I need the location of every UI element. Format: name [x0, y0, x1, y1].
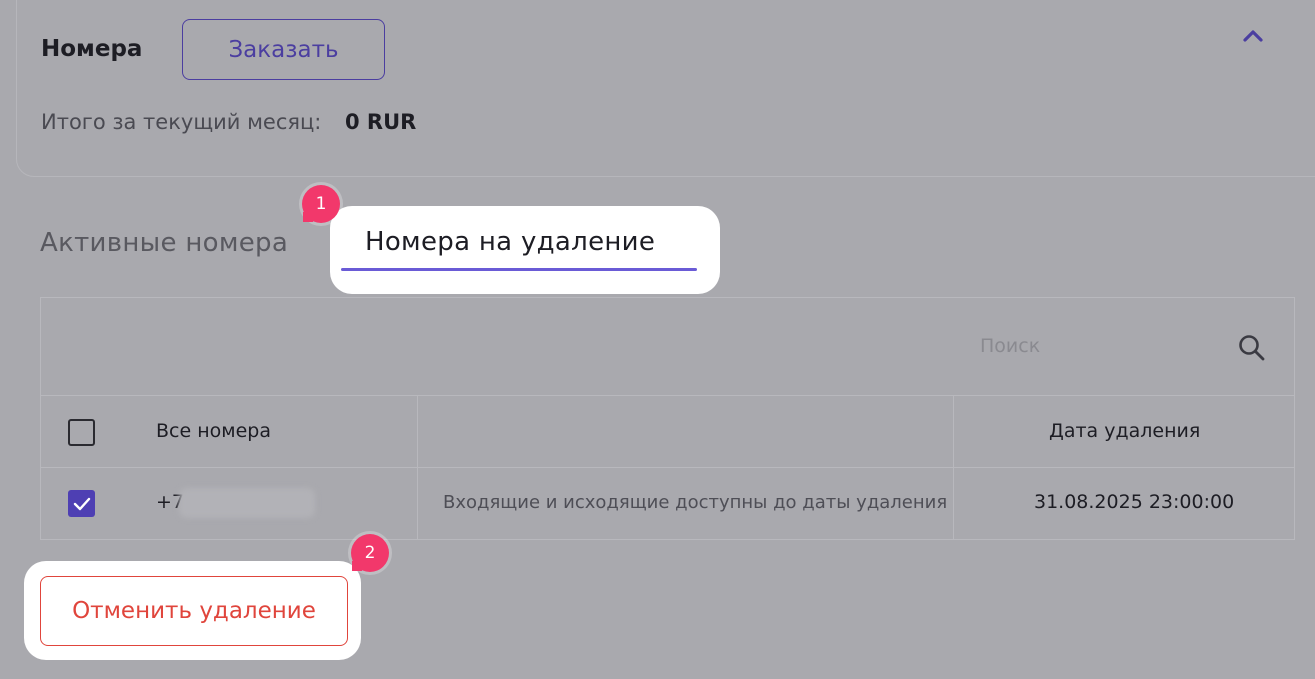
table-row[interactable]: +7 Входящие и исходящие доступны до даты…: [41, 468, 1294, 540]
order-button[interactable]: Заказать: [182, 19, 385, 80]
step-marker-2: 2: [351, 534, 389, 572]
step-marker-1-label: 1: [315, 194, 327, 214]
table-header-row: Все номера Дата удаления: [41, 396, 1294, 468]
section-title: Номера: [41, 36, 143, 62]
monthly-total-label: Итого за текущий месяц:: [41, 110, 322, 134]
chevron-up-icon[interactable]: [1240, 26, 1266, 46]
table-search-row: Поиск: [41, 298, 1294, 396]
search-input[interactable]: Поиск: [980, 335, 1040, 357]
active-tab-indicator: [341, 268, 697, 271]
column-divider: [417, 396, 418, 540]
monthly-total-value: 0 RUR: [345, 110, 417, 134]
tab-numbers-for-deletion[interactable]: Номера на удаление: [365, 227, 655, 257]
tab-active-numbers[interactable]: Активные номера: [40, 228, 288, 258]
column-header-all-numbers: Все номера: [156, 420, 271, 442]
step-marker-2-label: 2: [364, 543, 376, 563]
numbers-table: Поиск Все номера Дата удаления +7 Входящ…: [40, 297, 1295, 540]
column-header-deletion-date: Дата удаления: [1049, 420, 1201, 442]
checkmark-icon: [73, 497, 90, 510]
column-divider: [953, 396, 954, 540]
row-description: Входящие и исходящие доступны до даты уд…: [443, 492, 948, 513]
row-deletion-date: 31.08.2025 23:00:00: [1034, 491, 1235, 513]
phone-number-redacted: [179, 488, 315, 518]
row-checkbox[interactable]: [68, 490, 95, 517]
cancel-deletion-button[interactable]: Отменить удаление: [40, 576, 348, 646]
step-marker-1: 1: [302, 185, 340, 223]
select-all-checkbox[interactable]: [68, 419, 95, 446]
search-icon[interactable]: [1237, 333, 1267, 363]
